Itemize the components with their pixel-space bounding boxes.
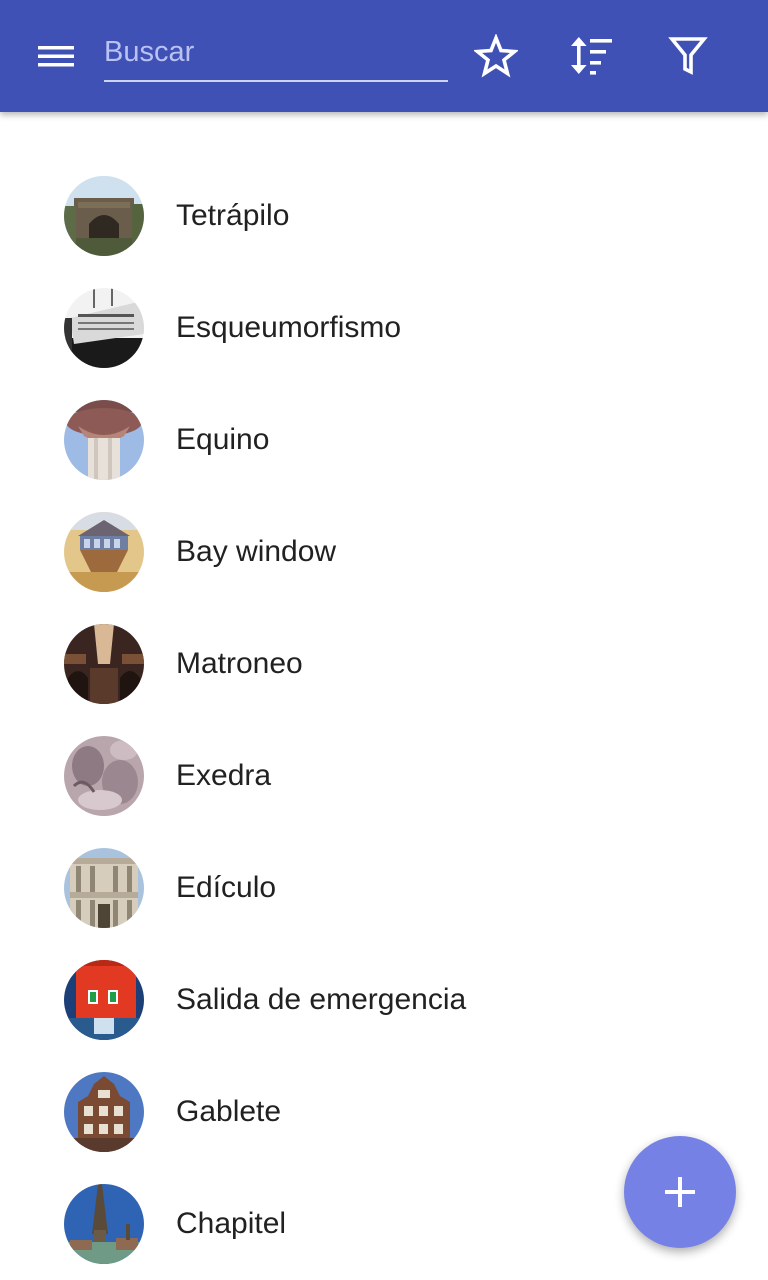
emergency-exit-thumbnail [64, 960, 144, 1040]
sort-icon [571, 37, 612, 75]
bay-window-thumbnail [64, 512, 144, 592]
tetrapylon-thumbnail [64, 176, 144, 256]
aedicula-thumbnail [64, 848, 144, 928]
exedra-thumbnail [64, 736, 144, 816]
list-item[interactable]: Esqueumorfismo [0, 272, 768, 384]
spire-thumbnail [64, 1184, 144, 1264]
item-label: Bay window [176, 535, 337, 568]
list-item[interactable]: Salida de emergencia [0, 944, 768, 1056]
list-item[interactable]: Matroneo [0, 608, 768, 720]
item-label: Equino [176, 423, 270, 456]
search-input[interactable] [104, 32, 448, 72]
article-list: Tetrápilo Esqueumorfismo Equino Bay wind… [0, 160, 768, 1280]
list-item[interactable]: Edículo [0, 832, 768, 944]
skeuomorphism-thumbnail [64, 288, 144, 368]
star-icon [474, 34, 518, 78]
add-button[interactable] [624, 1136, 736, 1248]
echinus-thumbnail [64, 400, 144, 480]
item-label: Edículo [176, 871, 277, 904]
sort-button[interactable] [560, 24, 624, 88]
matroneum-thumbnail [64, 624, 144, 704]
gablet-thumbnail [64, 1072, 144, 1152]
item-label: Tetrápilo [176, 199, 290, 232]
item-label: Chapitel [176, 1207, 287, 1240]
menu-button[interactable] [24, 24, 88, 88]
item-label: Gablete [176, 1095, 282, 1128]
item-label: Matroneo [176, 647, 303, 680]
item-label: Exedra [176, 759, 272, 792]
filter-icon [668, 37, 708, 75]
menu-icon [38, 46, 74, 67]
app-bar [0, 0, 768, 112]
item-label: Esqueumorfismo [176, 311, 402, 344]
list-item[interactable]: Equino [0, 384, 768, 496]
search-field[interactable] [104, 24, 448, 82]
list-item[interactable]: Tetrápilo [0, 160, 768, 272]
plus-icon [665, 1177, 695, 1207]
item-label: Salida de emergencia [176, 983, 467, 1016]
favorites-button[interactable] [464, 24, 528, 88]
filter-button[interactable] [656, 24, 720, 88]
list-item[interactable]: Bay window [0, 496, 768, 608]
list-item[interactable]: Exedra [0, 720, 768, 832]
